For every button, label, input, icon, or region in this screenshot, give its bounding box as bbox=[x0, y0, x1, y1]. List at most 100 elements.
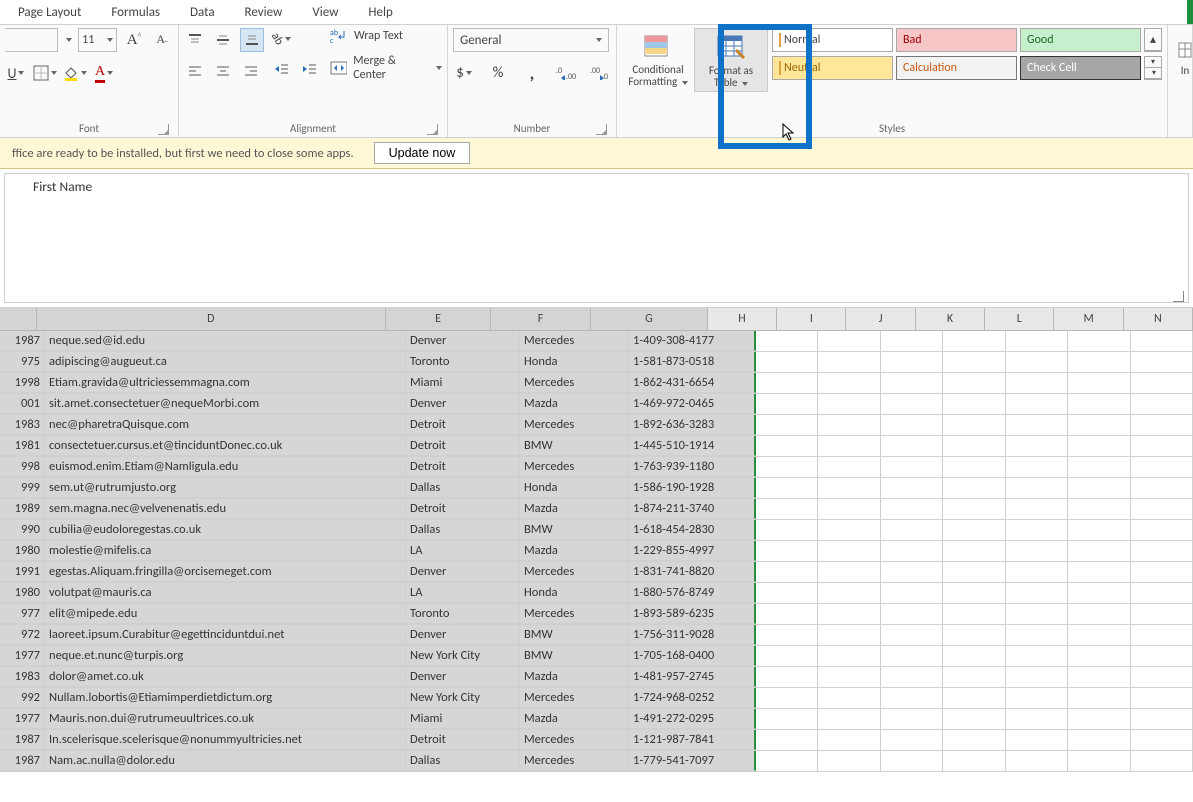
cell[interactable] bbox=[943, 436, 1005, 457]
cell[interactable] bbox=[818, 478, 880, 499]
cell[interactable]: 1987 bbox=[0, 331, 45, 351]
cell[interactable]: 1-892-636-3283 bbox=[629, 415, 756, 435]
cell[interactable] bbox=[1131, 583, 1193, 604]
cell[interactable]: Denver bbox=[406, 667, 520, 687]
cell[interactable]: 1991 bbox=[0, 562, 45, 582]
table-row[interactable]: 1998Etiam.gravida@ultriciessemmagna.comM… bbox=[0, 373, 1193, 394]
cell[interactable]: 1-491-272-0295 bbox=[629, 709, 756, 729]
cell[interactable]: Dallas bbox=[406, 520, 520, 540]
cell[interactable] bbox=[943, 331, 1005, 352]
cell[interactable]: 1-229-855-4997 bbox=[629, 541, 756, 561]
menu-view[interactable]: View bbox=[312, 5, 338, 20]
table-row[interactable]: 1987neque.sed@id.eduDenverMercedes1-409-… bbox=[0, 331, 1193, 352]
cell[interactable]: 1-862-431-6654 bbox=[629, 373, 756, 393]
cell[interactable] bbox=[756, 667, 818, 688]
cell[interactable] bbox=[1131, 331, 1193, 352]
cell[interactable]: 1983 bbox=[0, 415, 45, 435]
cell[interactable]: Detroit bbox=[406, 730, 520, 750]
cell[interactable] bbox=[1131, 625, 1193, 646]
col-header-f[interactable]: F bbox=[491, 308, 591, 330]
cell[interactable] bbox=[1068, 352, 1130, 373]
cell[interactable]: elit@mipede.edu bbox=[45, 604, 406, 624]
font-size-input[interactable]: 11 bbox=[78, 28, 117, 52]
cell[interactable] bbox=[818, 604, 880, 625]
cell[interactable] bbox=[1068, 541, 1130, 562]
decrease-decimal-button[interactable]: .00.0 bbox=[589, 62, 611, 84]
cell[interactable] bbox=[1131, 373, 1193, 394]
decrease-indent-button[interactable] bbox=[270, 58, 292, 80]
cell[interactable] bbox=[756, 625, 818, 646]
cell[interactable] bbox=[818, 415, 880, 436]
cell[interactable] bbox=[1068, 520, 1130, 541]
cell[interactable]: 1-618-454-2830 bbox=[629, 520, 756, 540]
cell[interactable] bbox=[1068, 562, 1130, 583]
cell[interactable] bbox=[818, 562, 880, 583]
cell[interactable] bbox=[756, 583, 818, 604]
cell[interactable] bbox=[881, 499, 943, 520]
cell[interactable] bbox=[1131, 415, 1193, 436]
cell[interactable] bbox=[818, 688, 880, 709]
cell[interactable]: New York City bbox=[406, 688, 520, 708]
cell[interactable]: consectetuer.cursus.et@tinciduntDonec.co… bbox=[45, 436, 406, 456]
cell[interactable] bbox=[1006, 499, 1068, 520]
col-header-g[interactable]: G bbox=[591, 308, 708, 330]
cell[interactable]: Detroit bbox=[406, 457, 520, 477]
cell[interactable]: Nullam.lobortis@Etiamimperdietdictum.org bbox=[45, 688, 406, 708]
cell[interactable] bbox=[943, 541, 1005, 562]
cell[interactable] bbox=[756, 520, 818, 541]
cell[interactable] bbox=[943, 415, 1005, 436]
cell[interactable] bbox=[756, 646, 818, 667]
cell[interactable] bbox=[881, 751, 943, 772]
cell[interactable] bbox=[1068, 415, 1130, 436]
cell[interactable]: Mercedes bbox=[520, 415, 629, 435]
cell[interactable] bbox=[1068, 604, 1130, 625]
cell[interactable]: Denver bbox=[406, 331, 520, 351]
cell[interactable] bbox=[881, 478, 943, 499]
cell[interactable] bbox=[1068, 478, 1130, 499]
cell[interactable] bbox=[818, 751, 880, 772]
cell[interactable] bbox=[943, 751, 1005, 772]
cell[interactable] bbox=[1131, 646, 1193, 667]
comma-button[interactable]: , bbox=[521, 62, 543, 84]
cell[interactable] bbox=[1068, 667, 1130, 688]
cell[interactable] bbox=[756, 709, 818, 730]
col-header-h[interactable]: H bbox=[708, 308, 777, 330]
cell[interactable] bbox=[1068, 457, 1130, 478]
cell[interactable] bbox=[1131, 604, 1193, 625]
cell[interactable] bbox=[1131, 499, 1193, 520]
col-header-l[interactable]: L bbox=[985, 308, 1054, 330]
cell[interactable] bbox=[818, 583, 880, 604]
menu-review[interactable]: Review bbox=[245, 5, 283, 20]
cell[interactable]: Denver bbox=[406, 625, 520, 645]
cell[interactable] bbox=[943, 646, 1005, 667]
table-row[interactable]: 975adipiscing@augueut.caTorontoHonda1-58… bbox=[0, 352, 1193, 373]
cell[interactable] bbox=[756, 562, 818, 583]
align-left-button[interactable] bbox=[184, 60, 206, 82]
cell[interactable]: Miami bbox=[406, 709, 520, 729]
cell[interactable]: Mercedes bbox=[520, 730, 629, 750]
cell[interactable] bbox=[881, 667, 943, 688]
cell[interactable]: 990 bbox=[0, 520, 45, 540]
table-row[interactable]: 999sem.ut@rutrumjusto.orgDallasHonda1-58… bbox=[0, 478, 1193, 499]
cell[interactable] bbox=[756, 436, 818, 457]
cell[interactable]: 1-893-589-6235 bbox=[629, 604, 756, 624]
cell[interactable]: 1-880-576-8749 bbox=[629, 583, 756, 603]
cell[interactable] bbox=[818, 436, 880, 457]
cell[interactable] bbox=[818, 373, 880, 394]
cell[interactable] bbox=[756, 457, 818, 478]
cell[interactable] bbox=[1006, 667, 1068, 688]
cell[interactable] bbox=[1131, 436, 1193, 457]
cell[interactable] bbox=[818, 499, 880, 520]
cell[interactable] bbox=[756, 478, 818, 499]
merge-center-button[interactable]: Merge & Center bbox=[330, 54, 442, 82]
fill-color-button[interactable] bbox=[63, 62, 87, 84]
cell[interactable]: 992 bbox=[0, 688, 45, 708]
cell[interactable] bbox=[1131, 709, 1193, 730]
cell[interactable]: adipiscing@augueut.ca bbox=[45, 352, 406, 372]
table-row[interactable]: 972laoreet.ipsum.Curabitur@egettincidunt… bbox=[0, 625, 1193, 646]
cell[interactable]: 001 bbox=[0, 394, 45, 414]
cell[interactable] bbox=[1006, 730, 1068, 751]
cell[interactable] bbox=[818, 646, 880, 667]
table-row[interactable]: 992Nullam.lobortis@Etiamimperdietdictum.… bbox=[0, 688, 1193, 709]
cell[interactable]: 1987 bbox=[0, 751, 45, 771]
